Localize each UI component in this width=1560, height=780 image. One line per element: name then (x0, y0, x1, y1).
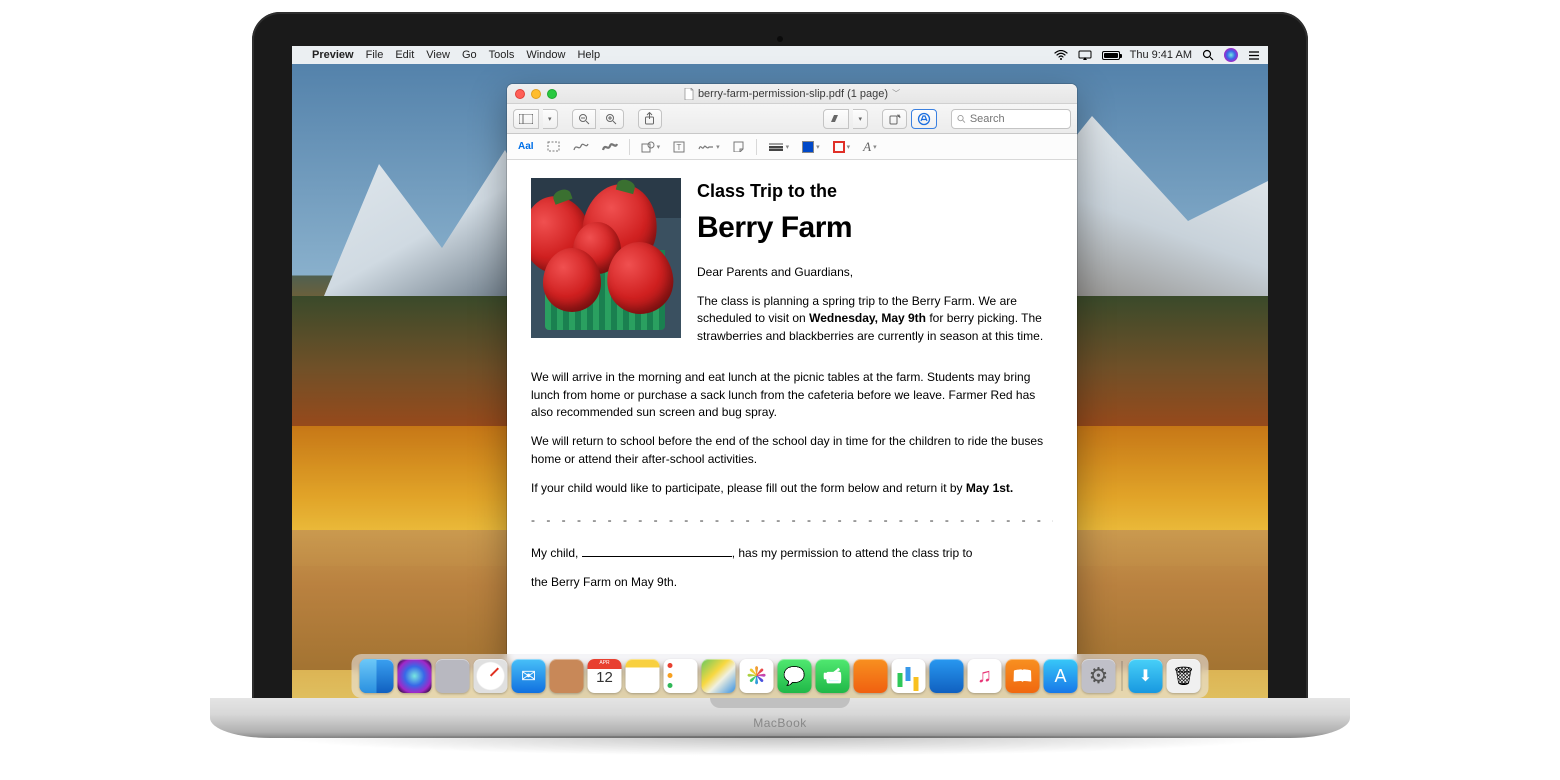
dock-messages[interactable] (778, 659, 812, 693)
highlight-menu-button[interactable]: ▾ (853, 109, 868, 129)
sidebar-menu-button[interactable]: ▾ (543, 109, 558, 129)
dock-maps[interactable] (702, 659, 736, 693)
doc-paragraph-3: We will return to school before the end … (531, 433, 1053, 468)
titlebar[interactable]: berry-farm-permission-slip.pdf (1 page) … (507, 84, 1077, 104)
zoom-in-button[interactable] (600, 109, 624, 129)
search-field[interactable] (951, 109, 1071, 129)
fullscreen-button[interactable] (547, 89, 557, 99)
menubar: Preview File Edit View Go Tools Window H… (292, 46, 1268, 64)
note-button[interactable] (728, 138, 750, 156)
dock-notes[interactable] (626, 659, 660, 693)
siri-icon[interactable] (1224, 48, 1238, 62)
doc-subtitle: Class Trip to the (697, 178, 1053, 204)
dock-trash[interactable] (1167, 659, 1201, 693)
search-input[interactable] (970, 113, 1065, 125)
document-icon (684, 88, 694, 100)
share-button[interactable] (638, 109, 662, 129)
menu-go[interactable]: Go (462, 49, 477, 61)
menu-tools[interactable]: Tools (489, 49, 515, 61)
name-blank[interactable] (582, 556, 732, 557)
line-style-button[interactable]: ▾ (763, 138, 795, 156)
menu-help[interactable]: Help (577, 49, 600, 61)
rotate-button[interactable] (882, 109, 907, 129)
app-menu[interactable]: Preview (312, 49, 354, 61)
sketch-tool-button[interactable] (568, 138, 594, 156)
signature-button[interactable]: ▾ (693, 138, 725, 156)
dock-calendar[interactable]: APR (588, 659, 622, 693)
selection-tool-button[interactable] (542, 138, 565, 156)
doc-title: Berry Farm (697, 206, 1053, 250)
dock-reminders[interactable] (664, 659, 698, 693)
doc-paragraph-1: The class is planning a spring trip to t… (697, 293, 1053, 345)
notification-center-icon[interactable] (1248, 50, 1260, 61)
dock-pages[interactable] (854, 659, 888, 693)
doc-form-line-1: My child, , has my permission to attend … (531, 545, 1053, 562)
close-button[interactable] (515, 89, 525, 99)
macbook-brand: MacBook (753, 716, 807, 730)
document-viewport[interactable]: Class Trip to the Berry Farm Dear Parent… (507, 160, 1077, 666)
fill-color-button[interactable]: ▾ (797, 138, 825, 156)
border-color-button[interactable]: ▾ (828, 138, 856, 156)
sidebar-toggle-button[interactable] (513, 109, 539, 129)
camera (777, 36, 783, 42)
macbook-frame: Preview File Edit View Go Tools Window H… (210, 0, 1350, 780)
strawberry-photo (531, 178, 681, 338)
menu-file[interactable]: File (366, 49, 384, 61)
dock-contacts[interactable] (550, 659, 584, 693)
doc-paragraph-4: If your child would like to participate,… (531, 480, 1053, 497)
clock[interactable]: Thu 9:41 AM (1130, 49, 1192, 61)
dock-keynote[interactable] (930, 659, 964, 693)
dock: APR (352, 654, 1209, 698)
wifi-icon[interactable] (1054, 50, 1068, 60)
highlight-button[interactable] (823, 109, 849, 129)
doc-form-line-2: the Berry Farm on May 9th. (531, 574, 1053, 591)
toolbar: ▾ ▾ (507, 104, 1077, 134)
menu-view[interactable]: View (426, 49, 450, 61)
dock-appstore[interactable] (1044, 659, 1078, 693)
preview-window: berry-farm-permission-slip.pdf (1 page) … (507, 84, 1077, 666)
window-title: berry-farm-permission-slip.pdf (1 page) (698, 88, 888, 100)
spotlight-icon[interactable] (1202, 49, 1214, 61)
text-style-button[interactable]: AaI (513, 138, 539, 156)
airplay-icon[interactable] (1078, 50, 1092, 61)
tear-line: - - - - - - - - - - - - - - - - - - - - … (531, 512, 1053, 529)
dock-separator (1122, 661, 1123, 691)
dock-finder[interactable] (360, 659, 394, 693)
text-box-button[interactable]: T (668, 138, 690, 156)
dock-itunes[interactable] (968, 659, 1002, 693)
font-button[interactable]: A▾ (858, 138, 881, 156)
menu-window[interactable]: Window (526, 49, 565, 61)
dock-photos[interactable] (740, 659, 774, 693)
dock-safari[interactable] (474, 659, 508, 693)
dock-siri[interactable] (398, 659, 432, 693)
minimize-button[interactable] (531, 89, 541, 99)
shadow (270, 736, 1290, 756)
doc-paragraph-2: We will arrive in the morning and eat lu… (531, 369, 1053, 421)
markup-toolbar: AaI ▾ T ▾ ▾ ▾ ▾ A▾ (507, 134, 1077, 160)
dock-launchpad[interactable] (436, 659, 470, 693)
dock-ibooks[interactable] (1006, 659, 1040, 693)
macbook-notch (710, 698, 850, 708)
shapes-button[interactable]: ▾ (636, 138, 666, 156)
dock-downloads[interactable] (1129, 659, 1163, 693)
zoom-out-button[interactable] (572, 109, 596, 129)
doc-greeting: Dear Parents and Guardians, (697, 264, 1053, 281)
desktop[interactable]: Preview File Edit View Go Tools Window H… (292, 46, 1268, 702)
search-icon (957, 114, 966, 124)
dock-system-preferences[interactable] (1082, 659, 1116, 693)
dock-mail[interactable] (512, 659, 546, 693)
dock-facetime[interactable] (816, 659, 850, 693)
markup-toggle-button[interactable] (911, 109, 937, 129)
title-chevron-icon[interactable]: ﹀ (892, 88, 900, 99)
battery-icon[interactable] (1102, 51, 1120, 60)
draw-tool-button[interactable] (597, 138, 623, 156)
svg-text:T: T (677, 143, 682, 152)
menu-edit[interactable]: Edit (395, 49, 414, 61)
dock-numbers[interactable] (892, 659, 926, 693)
